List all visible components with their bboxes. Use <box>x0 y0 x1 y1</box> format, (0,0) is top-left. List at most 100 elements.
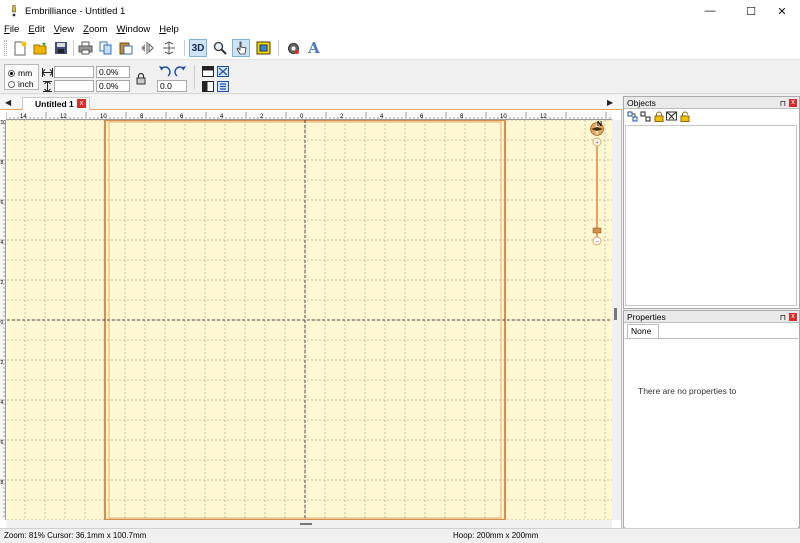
unlock-icon <box>680 111 689 122</box>
units-inch-option[interactable]: inch <box>8 79 34 89</box>
tab-scroll-right-icon[interactable]: ▶ <box>607 98 615 107</box>
units-mm-option[interactable]: mm <box>8 68 32 78</box>
select-pointer-icon <box>235 41 246 55</box>
ungroup-objects-button[interactable] <box>640 111 651 122</box>
align-left-icon <box>201 80 214 92</box>
paste-button[interactable] <box>117 39 135 57</box>
lock-object-button[interactable] <box>653 111 664 122</box>
properties-toolbar: mm inch 0.0% 0.0% 0.0 <box>0 60 800 94</box>
envelope-delete-icon <box>666 111 677 121</box>
menu-bar: File Edit View Zoom Window Help <box>0 22 800 36</box>
height-input[interactable] <box>54 80 94 92</box>
open-button[interactable] <box>31 39 49 57</box>
ruler-left-label: 6 <box>1 440 4 446</box>
paste-icon <box>119 42 133 55</box>
print-button[interactable] <box>76 39 94 57</box>
ruler-left-label: 4 <box>1 400 4 406</box>
zoom-button[interactable] <box>211 39 229 57</box>
panel-close-icon[interactable]: x <box>789 99 797 107</box>
pin-icon[interactable]: ⊓ <box>780 312 786 324</box>
settings-button[interactable] <box>284 39 302 57</box>
units-inch-radio[interactable] <box>8 80 15 88</box>
ruler-top: 14 12 10 8 6 4 2 0 2 4 6 8 10 12 <box>6 112 612 120</box>
distribute-button[interactable] <box>216 80 229 92</box>
select-pointer-button[interactable] <box>232 39 250 57</box>
mirror-vertical-icon <box>163 41 175 55</box>
svg-text:+: + <box>595 140 599 147</box>
ruler-left-label: 10 <box>1 120 7 126</box>
minimize-button[interactable]: — <box>692 0 728 22</box>
center-arrows-icon <box>216 65 229 77</box>
objects-toolbar <box>624 109 799 123</box>
main-toolbar: 3D A <box>0 36 800 60</box>
ruler-left-label: 8 <box>1 480 4 486</box>
objects-panel: Objects ⊓ x <box>623 96 800 309</box>
rotate-right-button[interactable] <box>173 64 187 78</box>
new-document-button[interactable] <box>11 39 29 57</box>
delete-object-button[interactable] <box>666 111 677 122</box>
copy-button[interactable] <box>97 39 115 57</box>
group-objects-button[interactable] <box>627 111 638 122</box>
settings-gear-icon <box>287 42 299 54</box>
menu-view[interactable]: View <box>54 24 74 35</box>
rotate-right-icon <box>173 65 186 77</box>
ruler-left-label: 2 <box>1 280 4 286</box>
properties-body: There are no properties to <box>625 338 798 531</box>
align-left-button[interactable] <box>201 80 214 92</box>
align-top-button[interactable] <box>201 65 214 77</box>
ungroup-icon <box>640 111 651 121</box>
rotation-input[interactable]: 0.0 <box>157 80 187 92</box>
width-percent-input[interactable]: 0.0% <box>96 66 130 78</box>
close-icon: ✕ <box>777 5 787 18</box>
panel-close-icon[interactable]: x <box>789 313 797 321</box>
zoom-icon <box>213 41 227 55</box>
status-bar: Zoom: 81% Cursor: 36.1mm x 100.7mm Hoop:… <box>0 528 800 543</box>
menu-window[interactable]: Window <box>116 24 150 35</box>
height-arrows-icon <box>41 80 53 92</box>
copy-icon <box>99 41 112 55</box>
lock-icon <box>136 72 145 84</box>
mirror-vertical-button[interactable] <box>160 39 178 57</box>
group-icon <box>627 111 638 121</box>
save-button[interactable] <box>52 39 70 57</box>
document-tabstrip: ◀ Untitled 1 x ▶ <box>0 95 622 110</box>
width-arrows-icon <box>41 66 53 78</box>
units-mm-radio[interactable] <box>8 69 15 77</box>
design-canvas[interactable]: N + − <box>7 120 612 520</box>
horizontal-scroll-thumb[interactable] <box>300 523 312 525</box>
menu-zoom[interactable]: Zoom <box>83 24 107 35</box>
tab-label: Untitled 1 <box>35 99 74 109</box>
vertical-scroll-thumb[interactable] <box>614 308 617 320</box>
lock-proportions-button[interactable] <box>135 71 146 85</box>
text-tool-button[interactable]: A <box>305 39 323 57</box>
pin-icon[interactable]: ⊓ <box>780 98 786 110</box>
tab-close-icon[interactable]: x <box>77 99 86 108</box>
3d-view-button[interactable]: 3D <box>189 39 207 57</box>
width-input[interactable] <box>54 66 94 78</box>
3d-view-icon: 3D <box>191 42 205 54</box>
objects-list[interactable] <box>625 125 797 306</box>
title-bar: Embrilliance - Untitled 1 — ☐ ✕ <box>0 0 800 22</box>
ruler-left-label: 6 <box>1 200 4 206</box>
unlock-object-button[interactable] <box>679 111 690 122</box>
horizontal-scrollbar[interactable] <box>7 520 612 528</box>
properties-tab-none[interactable]: None <box>627 324 659 338</box>
center-button[interactable] <box>216 65 229 77</box>
tab-scroll-left-icon[interactable]: ◀ <box>5 98 13 107</box>
close-button[interactable]: ✕ <box>764 0 800 22</box>
toolbar-grip[interactable] <box>4 40 7 56</box>
mirror-horizontal-button[interactable] <box>138 39 156 57</box>
menu-edit[interactable]: Edit <box>28 24 44 35</box>
svg-text:−: − <box>595 239 599 246</box>
height-percent-input[interactable]: 0.0% <box>96 80 130 92</box>
objects-panel-header: Objects ⊓ x <box>624 97 799 109</box>
vertical-scrollbar[interactable] <box>612 120 621 520</box>
properties-panel-header: Properties ⊓ x <box>624 311 799 323</box>
hoop-button[interactable] <box>254 39 272 57</box>
menu-help[interactable]: Help <box>159 24 179 35</box>
document-area: ◀ Untitled 1 x ▶ 14 12 10 8 6 4 2 0 2 4 6 8 10 12 10 8… <box>0 95 622 528</box>
objects-panel-title: Objects <box>627 98 656 108</box>
status-hoop-size: Hoop: 200mm x 200mm <box>453 531 539 540</box>
rotate-left-button[interactable] <box>157 64 171 78</box>
menu-file[interactable]: File <box>4 24 19 35</box>
